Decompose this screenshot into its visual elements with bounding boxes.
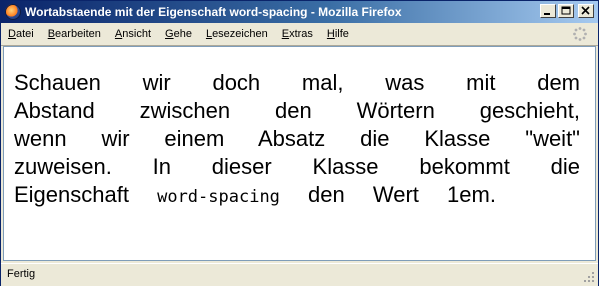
window-controls — [540, 4, 594, 18]
menu-accel: G — [165, 28, 174, 40]
menu-ansicht[interactable]: Ansicht — [108, 23, 158, 45]
firefox-icon — [5, 4, 21, 20]
maximize-button[interactable] — [558, 4, 574, 18]
menu-datei[interactable]: Datei — [1, 23, 41, 45]
menu-label: ehe — [173, 28, 192, 40]
menu-label: earbeiten — [55, 28, 101, 40]
close-icon — [581, 6, 590, 15]
status-bar: Fertig — [1, 263, 598, 286]
page-content[interactable]: Schauen wir doch mal, was mit dem Abstan… — [3, 46, 596, 261]
menu-label: xtras — [289, 28, 313, 40]
minimize-icon — [544, 13, 550, 15]
minimize-button[interactable] — [540, 4, 556, 18]
menu-accel: E — [281, 28, 290, 40]
code-word-spacing: word-spacing — [157, 187, 280, 207]
menu-hilfe[interactable]: Hilfe — [320, 23, 356, 45]
menu-accel: B — [47, 28, 56, 40]
maximize-icon — [561, 6, 571, 15]
browser-window: Wortabstaende mit der Eigenschaft word-s… — [0, 0, 599, 286]
window-title: Wortabstaende mit der Eigenschaft word-s… — [25, 5, 402, 19]
menu-gehe[interactable]: Gehe — [158, 23, 199, 45]
resize-grip-icon[interactable] — [583, 271, 595, 283]
menu-label: nsicht — [122, 28, 152, 40]
menu-extras[interactable]: Extras — [275, 23, 320, 45]
close-button[interactable] — [578, 4, 594, 18]
menu-label: esezeichen — [212, 28, 268, 40]
paragraph-text-end: den Wert 1em. — [308, 182, 496, 207]
menu-bearbeiten[interactable]: Bearbeiten — [41, 23, 108, 45]
menu-accel: D — [8, 28, 16, 40]
menu-label: ilfe — [334, 28, 349, 40]
menu-label: atei — [15, 28, 34, 40]
title-bar[interactable]: Wortabstaende mit der Eigenschaft word-s… — [1, 1, 598, 23]
throbber-icon — [573, 27, 587, 41]
menu-bar: Datei Bearbeiten Ansicht Gehe Lesezeiche… — [1, 23, 598, 46]
paragraph-weit: Schauen wir doch mal, was mit dem Abstan… — [14, 69, 580, 211]
menu-accel: H — [326, 28, 335, 40]
menu-lesezeichen[interactable]: Lesezeichen — [199, 23, 275, 45]
status-text: Fertig — [7, 268, 36, 280]
